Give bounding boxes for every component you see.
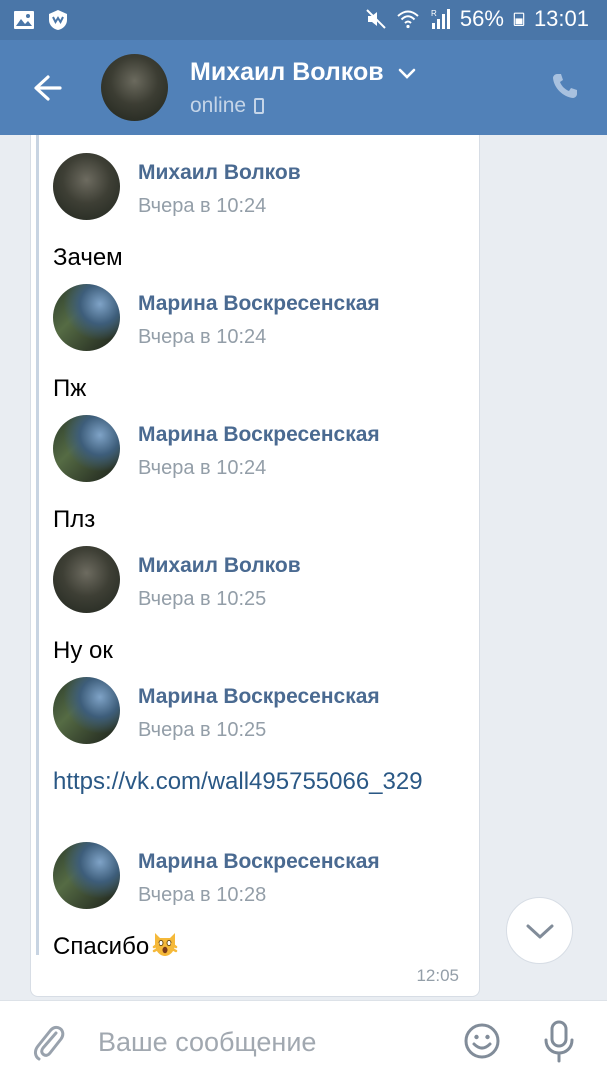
message-input[interactable]	[96, 1019, 440, 1065]
phone-call-icon[interactable]	[549, 70, 581, 102]
clock: 13:01	[533, 6, 589, 31]
message-text: Пж	[53, 375, 87, 402]
message-timestamp: 12:05	[416, 966, 459, 985]
message-composer	[0, 1000, 607, 1080]
signal-icon: R	[431, 9, 450, 29]
gallery-notification-icon	[14, 11, 34, 29]
back-arrow-icon[interactable]	[30, 70, 66, 106]
contact-avatar[interactable]	[101, 54, 168, 121]
message-text: Зачем	[53, 244, 123, 271]
microphone-icon[interactable]	[542, 1019, 576, 1063]
message-time: Вчера в 10:24	[138, 457, 267, 479]
mobile-device-icon	[254, 98, 265, 114]
chevron-down-icon[interactable]	[398, 67, 416, 81]
chat-header: Михаил Волков online	[0, 40, 607, 135]
contact-status: online	[190, 94, 265, 118]
sender-name[interactable]: Михаил Волков	[138, 554, 301, 578]
sender-name[interactable]: Марина Воскресенская	[138, 423, 380, 447]
status-bar: R 56% 13:01	[0, 0, 607, 40]
message-time: Вчера в 10:24	[138, 195, 267, 217]
smiley-icon[interactable]	[463, 1022, 501, 1060]
paperclip-icon[interactable]	[30, 1021, 66, 1061]
sender-name[interactable]: Михаил Волков	[138, 161, 301, 185]
message-text: Плз	[53, 506, 96, 533]
sender-name[interactable]: Марина Воскресенская	[138, 850, 380, 874]
online-status-text: online	[190, 94, 247, 117]
forwarded-messages-card: Михаил Волков Вчера в 10:24 Зачем Марина…	[30, 135, 480, 997]
battery-icon	[513, 12, 525, 26]
sender-avatar[interactable]	[53, 546, 120, 613]
mute-icon	[366, 9, 386, 29]
vk-notification-icon	[49, 10, 67, 30]
message-time: Вчера в 10:25	[138, 719, 267, 741]
roaming-indicator: R	[431, 9, 437, 18]
scroll-to-bottom-button[interactable]	[506, 897, 573, 964]
sender-avatar[interactable]	[53, 153, 120, 220]
message-text: Спасибо	[53, 933, 150, 960]
battery-percent: 56%	[459, 6, 504, 31]
message-link[interactable]: https://vk.com/wall495755066_329	[53, 765, 443, 799]
message-time: Вчера в 10:25	[138, 588, 267, 610]
sender-name[interactable]: Марина Воскресенская	[138, 685, 380, 709]
sender-avatar[interactable]	[53, 677, 120, 744]
chevron-down-icon	[526, 924, 553, 938]
contact-name[interactable]: Михаил Волков	[190, 58, 384, 87]
message-time: Вчера в 10:28	[138, 884, 267, 906]
sender-avatar[interactable]	[53, 842, 120, 909]
scream-cat-emoji-icon	[152, 933, 178, 956]
message-text: Ну ок	[53, 637, 113, 664]
sender-avatar[interactable]	[53, 415, 120, 482]
sender-avatar[interactable]	[53, 284, 120, 351]
wifi-icon	[397, 10, 419, 29]
sender-name[interactable]: Марина Воскресенская	[138, 292, 380, 316]
message-text-with-emoji: Спасибо	[53, 930, 179, 964]
message-time: Вчера в 10:24	[138, 326, 267, 348]
forward-indicator-bar	[36, 135, 39, 955]
